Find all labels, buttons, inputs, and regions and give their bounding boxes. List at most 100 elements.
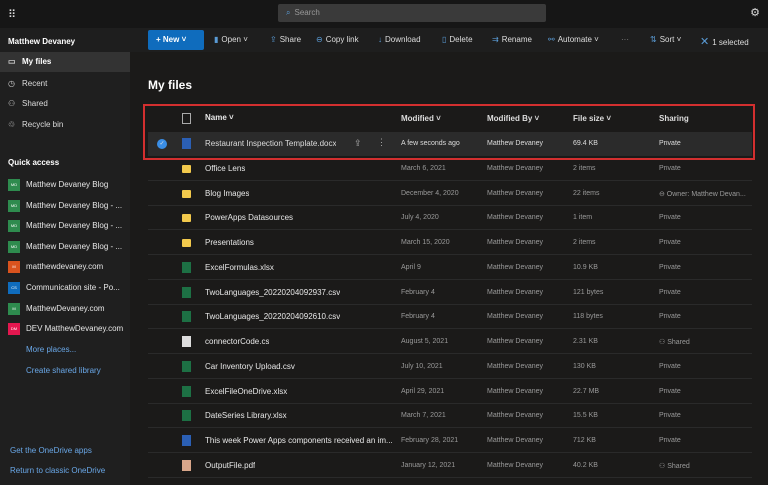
sharing-status[interactable]: Private — [659, 239, 681, 246]
create-shared-library-link[interactable]: Create shared library — [26, 366, 101, 375]
file-name[interactable]: TwoLanguages_20220204092610.csv — [205, 312, 340, 321]
quick-access-label: Matthew Devaney Blog — [26, 180, 109, 190]
modified-date: July 10, 2021 — [401, 362, 443, 370]
table-row[interactable]: ExcelFileOneDrive.xlsx April 29, 2021 Ma… — [148, 380, 752, 404]
table-row[interactable]: Car Inventory Upload.csv July 10, 2021 M… — [148, 355, 752, 379]
gear-icon[interactable]: ⚙ — [750, 6, 760, 19]
sidebar-item-label: Shared — [22, 99, 48, 108]
table-row[interactable]: OutputFile.pdf January 12, 2021 Matthew … — [148, 454, 752, 478]
get-apps-link[interactable]: Get the OneDrive apps — [10, 446, 92, 455]
share-button[interactable]: ⇪ Share — [270, 35, 301, 44]
share-icon: ⇪ — [270, 35, 277, 44]
table-row[interactable]: connectorCode.cs August 5, 2021 Matthew … — [148, 330, 752, 354]
file-size: 118 bytes — [573, 313, 603, 321]
sidebar-item-shared[interactable]: ⚇ Shared — [0, 94, 130, 114]
open-button[interactable]: ▮ Open ˅ — [214, 35, 248, 44]
sharing-status[interactable]: ⚇ Shared — [659, 338, 690, 346]
modified-by: Matthew Devaney — [487, 412, 544, 420]
quick-access-label: Matthew Devaney Blog - ... — [26, 221, 123, 231]
quick-access-label: matthewdevaney.com — [26, 262, 104, 272]
file-name[interactable]: OutputFile.pdf — [205, 461, 255, 470]
quick-access-item[interactable]: Mmatthewdevaney.com — [8, 261, 104, 274]
new-button[interactable]: + New ˅ — [148, 30, 204, 50]
sharing-status[interactable]: Private — [659, 363, 681, 370]
file-name[interactable]: ExcelFormulas.xlsx — [205, 263, 274, 272]
sharing-status[interactable]: Private — [659, 214, 681, 221]
table-row[interactable]: DateSeries Library.xlsx March 7, 2021 Ma… — [148, 404, 752, 429]
file-name[interactable]: Car Inventory Upload.csv — [205, 362, 295, 371]
file-name[interactable]: DateSeries Library.xlsx — [205, 411, 287, 420]
file-name[interactable]: ExcelFileOneDrive.xlsx — [205, 387, 287, 396]
sharing-status[interactable]: Private — [659, 412, 681, 419]
file-size: 1 item — [573, 214, 593, 222]
table-row[interactable]: TwoLanguages_20220204092610.csv February… — [148, 305, 752, 330]
excel-file-icon — [182, 410, 191, 422]
file-name[interactable]: Presentations — [205, 238, 254, 247]
delete-button[interactable]: ▯ Delete — [442, 35, 473, 44]
search-input[interactable]: ⌕ Search — [278, 4, 546, 22]
automate-label: Automate — [557, 35, 592, 44]
table-row[interactable]: Presentations March 15, 2020 Matthew Dev… — [148, 231, 752, 255]
sharing-status[interactable]: ⊖ Owner: Matthew Devan... — [659, 190, 746, 198]
table-row[interactable]: TwoLanguages_20220204092937.csv February… — [148, 281, 752, 305]
file-name[interactable]: Blog Images — [205, 189, 249, 198]
sharing-status[interactable]: ⚇ Shared — [659, 462, 690, 470]
file-name[interactable]: PowerApps Datasources — [205, 213, 293, 222]
quick-access-label: MatthewDevaney.com — [26, 303, 105, 313]
new-label: New — [162, 35, 180, 44]
site-badge-icon: MD — [8, 199, 20, 212]
link-icon: ⊖ — [316, 35, 323, 44]
sort-label: Sort — [659, 35, 675, 44]
sort-button[interactable]: ⇅ Sort ˅ — [650, 35, 681, 44]
file-name[interactable]: This week Power Apps components received… — [205, 436, 393, 445]
sort-icon: ⇅ — [650, 35, 657, 44]
sidebar-item-my-files[interactable]: ▭ My files — [0, 52, 130, 72]
sharing-status[interactable]: Private — [659, 388, 681, 395]
file-size: 22 items — [573, 189, 600, 197]
rename-button[interactable]: ⇉ Rename — [492, 35, 532, 44]
modified-date: August 5, 2021 — [401, 338, 449, 345]
file-size: 2 items — [573, 239, 596, 246]
file-name[interactable]: TwoLanguages_20220204092937.csv — [205, 288, 340, 297]
quick-access-item[interactable]: MD Matthew Devaney Blog — [8, 179, 108, 191]
copy-link-button[interactable]: ⊖ Copy link — [316, 35, 359, 44]
modified-by: Matthew Devaney — [487, 437, 544, 444]
file-name[interactable]: Office Lens — [205, 164, 245, 173]
file-size: 2.31 KB — [573, 338, 598, 345]
more-places-link[interactable]: More places... — [26, 345, 76, 354]
modified-by: Matthew Devaney — [487, 461, 544, 469]
file-size: 40.2 KB — [573, 461, 598, 469]
quick-access-item[interactable]: MD Matthew Devaney Blog - ... — [8, 199, 122, 212]
classic-onedrive-link[interactable]: Return to classic OneDrive — [10, 466, 105, 475]
site-badge-icon: M — [8, 302, 20, 315]
clear-selection-button[interactable]: ✕ 1 selected — [700, 35, 749, 48]
table-row[interactable]: ExcelFormulas.xlsx April 9 Matthew Devan… — [148, 256, 752, 280]
table-row[interactable]: Blog Images December 4, 2020 Matthew Dev… — [148, 182, 752, 206]
user-name: Matthew Devaney — [8, 37, 76, 46]
table-row[interactable]: PowerApps Datasources July 4, 2020 Matth… — [148, 206, 752, 231]
quick-access-item[interactable]: MD Matthew Devaney Blog - ... — [8, 220, 123, 233]
table-row[interactable]: This week Power Apps components received… — [148, 429, 752, 453]
more-button[interactable]: ··· — [621, 35, 629, 44]
sidebar-item-recycle-bin[interactable]: ♲ Recycle bin — [0, 115, 130, 135]
file-name[interactable]: connectorCode.cs — [205, 337, 269, 346]
quick-access-item[interactable]: CS Communication site - Po... — [8, 282, 120, 294]
sharing-status[interactable]: Private — [659, 313, 681, 320]
sharing-status[interactable]: Private — [659, 289, 681, 296]
quick-access-item[interactable]: M MatthewDevaney.com — [8, 302, 105, 315]
folder-icon — [182, 214, 191, 223]
app-launcher-icon[interactable]: ⠿ — [8, 8, 16, 21]
sharing-status[interactable]: Private — [659, 264, 681, 271]
sidebar-item-label: Recycle bin — [22, 120, 64, 129]
search-icon: ⌕ — [286, 8, 291, 17]
quick-access-item[interactable]: MD Matthew Devaney Blog - ... — [8, 240, 123, 253]
sharing-status[interactable]: Private — [659, 165, 681, 172]
sidebar-item-recent[interactable]: ◷ Recent — [0, 74, 130, 94]
table-row[interactable]: Office Lens March 6, 2021 Matthew Devane… — [148, 157, 752, 181]
sharing-status[interactable]: Private — [659, 437, 681, 444]
quick-access-item[interactable]: DM DEV MatthewDevaney.com — [8, 323, 123, 336]
quick-access-label: Matthew Devaney Blog - ... — [26, 241, 123, 251]
download-button[interactable]: ↓ Download — [378, 35, 421, 44]
automate-button[interactable]: ⚯ Automate ˅ — [548, 35, 599, 44]
trash-icon: ♲ — [8, 120, 16, 129]
